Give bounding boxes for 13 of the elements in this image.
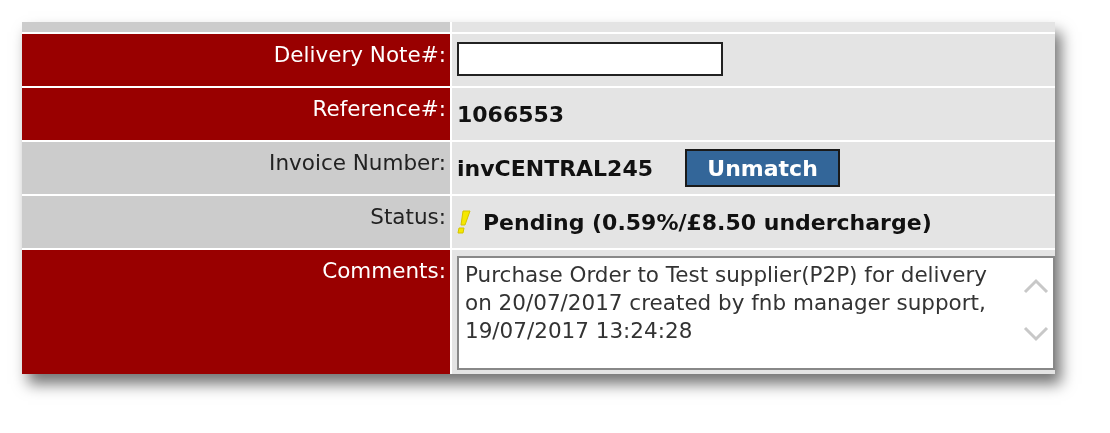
field-label: Invoice Number: bbox=[22, 142, 450, 194]
field-label: Comments: bbox=[22, 250, 450, 374]
field-label: Status: bbox=[22, 196, 450, 248]
unmatch-button[interactable]: Unmatch bbox=[685, 149, 841, 187]
delivery-note-input[interactable] bbox=[457, 42, 723, 76]
field-label: Reference#: bbox=[22, 88, 450, 140]
field-label: Delivery Note#: bbox=[22, 34, 450, 86]
invoice-number: invCENTRAL245 bbox=[457, 155, 654, 181]
reference-value: 1066553 bbox=[457, 101, 565, 127]
scroll-up-icon[interactable] bbox=[1023, 278, 1049, 294]
scroll-down-icon[interactable] bbox=[1023, 326, 1049, 342]
status-text: Pending (0.59%/£8.50 undercharge) bbox=[483, 209, 932, 235]
comments-field[interactable]: Purchase Order to Test supplier(P2P) for delivery on 20/07/2017 created by fnb manager support, 19/07/2017 13:24:28 bbox=[457, 256, 1055, 370]
